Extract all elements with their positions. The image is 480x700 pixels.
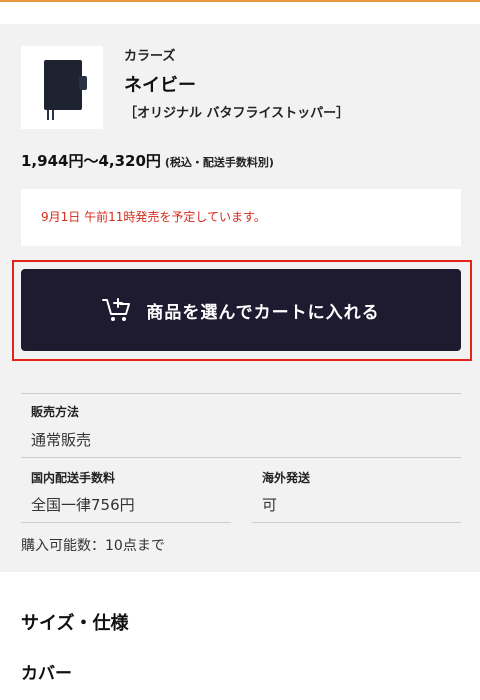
product-thumbnail[interactable] bbox=[21, 46, 103, 129]
add-to-cart-label: 商品を選んでカートに入れる bbox=[146, 302, 380, 322]
product-variant: ［オリジナル バタフライストッパー］ bbox=[124, 106, 350, 121]
notebook-clasp bbox=[79, 76, 87, 90]
notebook-image bbox=[44, 60, 82, 110]
divider bbox=[21, 522, 231, 523]
divider bbox=[21, 457, 461, 458]
product-panel: カラーズ ネイビー ［オリジナル バタフライストッパー］ 1,944円〜4,32… bbox=[0, 24, 480, 572]
purchase-limit: 購入可能数：10点まで bbox=[21, 538, 165, 554]
notebook-bookmark bbox=[52, 110, 54, 120]
release-notice: 9月1日 午前11時発売を予定しています。 bbox=[21, 189, 461, 246]
size-spec-heading: サイズ・仕様 bbox=[21, 613, 129, 634]
cart-plus-icon bbox=[102, 298, 131, 321]
price-range: 1,944円〜4,320円 (税込・配送手数料別) bbox=[21, 150, 274, 171]
release-notice-text: 9月1日 午前11時発売を予定しています。 bbox=[41, 210, 266, 224]
sales-method-label: 販売方法 bbox=[31, 405, 80, 419]
product-brand: カラーズ bbox=[124, 49, 176, 64]
sales-method-value: 通常販売 bbox=[31, 431, 92, 449]
domestic-shipping-label: 国内配送手数料 bbox=[31, 471, 116, 485]
overseas-shipping-value: 可 bbox=[262, 496, 278, 514]
price-note: (税込・配送手数料別) bbox=[164, 156, 274, 169]
top-accent-bar bbox=[0, 0, 480, 2]
add-to-cart-button[interactable]: 商品を選んでカートに入れる bbox=[21, 269, 461, 351]
price-value: 1,944円〜4,320円 bbox=[21, 152, 161, 170]
divider bbox=[252, 522, 461, 523]
divider bbox=[21, 393, 461, 394]
cover-heading: カバー bbox=[21, 664, 72, 684]
overseas-shipping-label: 海外発送 bbox=[262, 471, 311, 485]
domestic-shipping-value: 全国一律756円 bbox=[31, 496, 135, 514]
notebook-bookmark bbox=[47, 110, 49, 120]
product-color: ネイビー bbox=[124, 75, 196, 96]
